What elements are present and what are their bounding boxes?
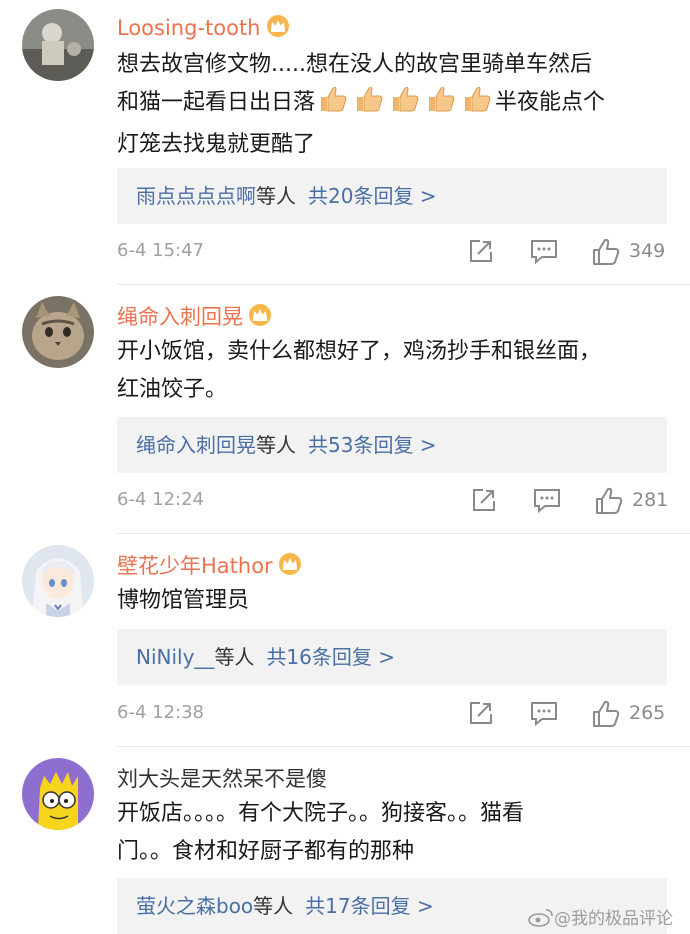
reply-count-link[interactable]: 共16条回复 >: [266, 645, 395, 669]
like-count: 349: [629, 240, 666, 262]
timestamp: 6-4 12:38: [117, 702, 204, 723]
reply-count-link[interactable]: 共53条回复 >: [308, 433, 437, 457]
username[interactable]: 绳命入刺回晃: [117, 301, 273, 332]
comment-icon[interactable]: [530, 238, 558, 268]
weibo-logo-icon: [528, 909, 554, 929]
crown-vip-icon: [265, 14, 291, 43]
avatar[interactable]: [22, 9, 94, 81]
reply-summary[interactable]: 绳命入刺回晃等人 共53条回复 >: [117, 417, 667, 473]
reply-count-link[interactable]: 共17条回复 >: [305, 894, 434, 918]
divider: [117, 284, 690, 285]
avatar[interactable]: [22, 758, 94, 830]
reply-user[interactable]: 绳命入刺回晃: [136, 433, 256, 457]
thumbs-up-emoji-icon: [462, 85, 492, 126]
comment-text: 开小饭馆，卖什么都想好了，鸡汤抄手和银丝面， 红油饺子。: [117, 339, 602, 402]
comment-text-line-2: 和猫一起看日出日落 半夜能点个: [117, 84, 672, 126]
thumbs-up-emoji-icon: [354, 85, 384, 126]
comment-footer: 6-4 12:24 281: [117, 487, 672, 517]
like-icon[interactable]: [592, 700, 620, 732]
divider: [117, 746, 690, 747]
avatar[interactable]: [22, 545, 94, 617]
share-icon[interactable]: [471, 487, 497, 517]
timestamp: 6-4 12:24: [117, 489, 204, 510]
comment-text: 开饭店。。。。有个大院子。。狗接客。。猫看 门。。食材和好厨子都有的那种: [117, 801, 525, 864]
thumbs-up-emoji-icon: [318, 85, 348, 126]
comment-icon[interactable]: [533, 487, 561, 517]
like-count: 281: [632, 489, 669, 511]
reply-user[interactable]: 萤火之森boo: [136, 894, 253, 918]
like-icon[interactable]: [592, 238, 620, 270]
watermark: @我的极品评论: [528, 904, 673, 929]
like-icon[interactable]: [595, 487, 623, 519]
crown-vip-icon: [247, 303, 273, 332]
like-count: 265: [629, 702, 666, 724]
reply-summary[interactable]: NiNily__等人 共16条回复 >: [117, 629, 667, 685]
username[interactable]: 壁花少年Hathor: [117, 550, 303, 581]
username[interactable]: 刘大头是天然呆不是傻: [117, 763, 327, 793]
crown-vip-icon: [277, 552, 303, 581]
reply-summary[interactable]: 雨点点点点啊等人 共20条回复 >: [117, 168, 667, 224]
share-icon[interactable]: [468, 700, 494, 730]
reply-count-link[interactable]: 共20条回复 >: [308, 184, 437, 208]
divider: [117, 533, 690, 534]
comment-icon[interactable]: [530, 700, 558, 730]
comment-footer: 6-4 12:38 265: [117, 700, 672, 730]
avatar[interactable]: [22, 296, 94, 368]
reply-user[interactable]: NiNily__: [136, 645, 214, 669]
thumbs-up-emoji-icon: [390, 85, 420, 126]
reply-user[interactable]: 雨点点点点啊: [136, 184, 256, 208]
comment-text: 博物馆管理员: [117, 588, 250, 613]
share-icon[interactable]: [468, 238, 494, 268]
username[interactable]: Loosing-tooth: [117, 14, 291, 43]
timestamp: 6-4 15:47: [117, 240, 204, 261]
comment-text: 想去故宫修文物.....想在没人的故宫里骑单车然后 和猫一起看日出日落 半夜能点个…: [117, 46, 672, 164]
thumbs-up-emoji-icon: [426, 85, 456, 126]
comment-footer: 6-4 15:47 349: [117, 238, 672, 268]
